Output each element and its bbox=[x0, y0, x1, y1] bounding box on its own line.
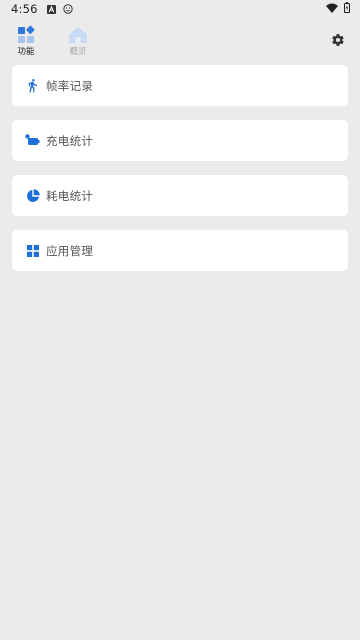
running-icon bbox=[25, 78, 40, 93]
menu-item-label: 应用管理 bbox=[46, 243, 94, 258]
gear-icon bbox=[331, 32, 345, 51]
settings-button[interactable] bbox=[330, 33, 346, 49]
battery-charging-icon bbox=[344, 2, 350, 16]
a-badge-icon bbox=[46, 4, 56, 14]
menu-item-power-consumption[interactable]: 耗电统计 bbox=[12, 175, 348, 216]
tab-overview[interactable]: 概览 bbox=[58, 24, 98, 62]
tab-overview-label: 概览 bbox=[69, 47, 87, 57]
wifi-icon bbox=[326, 3, 338, 16]
pie-chart-icon bbox=[25, 188, 40, 203]
menu-item-frame-rate[interactable]: 帧率记录 bbox=[12, 65, 348, 106]
grid-apps-icon bbox=[25, 243, 40, 258]
menu-list: 帧率记录 充电统计 耗电统计 应用管理 bbox=[12, 65, 348, 285]
menu-item-label: 帧率记录 bbox=[46, 78, 94, 93]
menu-item-label: 充电统计 bbox=[46, 133, 94, 148]
tab-features-label: 功能 bbox=[17, 47, 35, 57]
status-time: 4:56 bbox=[11, 2, 38, 16]
menu-item-charging-stats[interactable]: 充电统计 bbox=[12, 120, 348, 161]
top-nav: 功能 概览 bbox=[0, 24, 360, 62]
widgets-icon bbox=[15, 25, 37, 45]
menu-item-label: 耗电统计 bbox=[46, 188, 94, 203]
status-right bbox=[326, 2, 350, 16]
smiley-icon bbox=[62, 4, 73, 14]
tab-features[interactable]: 功能 bbox=[6, 24, 46, 62]
menu-item-app-management[interactable]: 应用管理 bbox=[12, 230, 348, 271]
home-icon bbox=[67, 25, 89, 45]
battery-charge-icon bbox=[25, 133, 40, 148]
status-bar: 4:56 bbox=[0, 0, 360, 18]
